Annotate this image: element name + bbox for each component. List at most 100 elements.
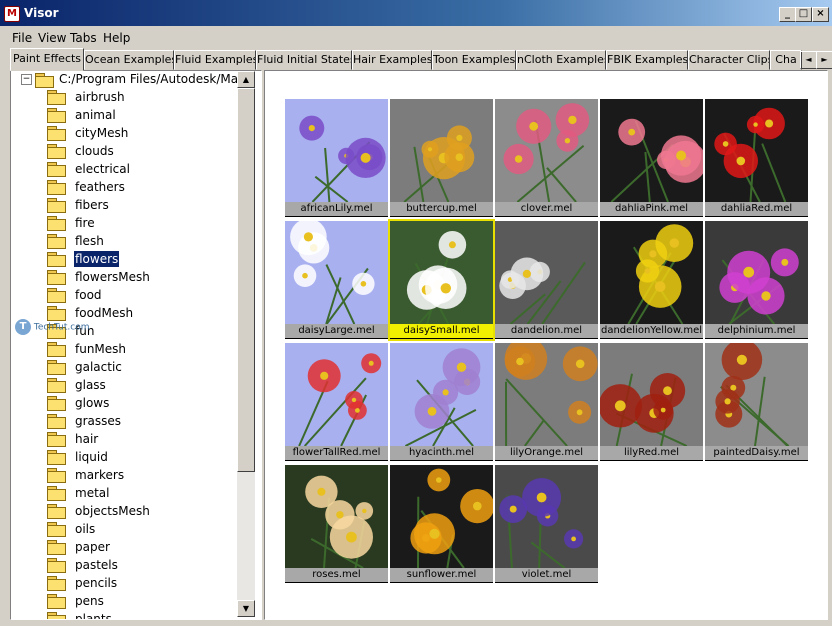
- folder-icon: [47, 414, 66, 429]
- tree-item-label: flowers: [74, 251, 120, 267]
- thumbnail-label: daisySmall.mel: [390, 324, 493, 338]
- tree-item-label: feathers: [75, 180, 125, 194]
- thumbnail-label: daisyLarge.mel: [285, 324, 388, 338]
- flower-preview-icon: [285, 343, 388, 446]
- thumbnail-label: hyacinth.mel: [390, 446, 493, 460]
- flower-preview-icon: [705, 343, 808, 446]
- folder-icon: [47, 378, 66, 393]
- thumbnail-hyacinth[interactable]: hyacinth.mel: [390, 343, 493, 461]
- tab-ncloth-examples[interactable]: nCloth Examples: [516, 50, 606, 70]
- menu-tabs[interactable]: Tabs: [70, 31, 97, 45]
- folder-icon: [47, 234, 66, 249]
- folder-icon: [47, 432, 66, 447]
- thumbnail-daisylarge[interactable]: daisyLarge.mel: [285, 221, 388, 339]
- folder-icon: [47, 270, 66, 285]
- thumbnail-painteddaisy[interactable]: paintedDaisy.mel: [705, 343, 808, 461]
- folder-icon: [47, 198, 66, 213]
- tab-ocean-examples[interactable]: Ocean Examples: [84, 50, 174, 70]
- menu-file[interactable]: File: [12, 31, 32, 45]
- menu-help[interactable]: Help: [103, 31, 130, 45]
- folder-icon: [47, 576, 66, 591]
- tab-scroll-left-icon[interactable]: ◄: [800, 51, 817, 69]
- tree-item-label: metal: [75, 486, 110, 500]
- thumbnail-dandelionyellow[interactable]: dandelionYellow.mel: [600, 221, 703, 339]
- folder-icon: [47, 360, 66, 375]
- tab-scroll-right-icon[interactable]: ►: [816, 51, 832, 69]
- minimize-button[interactable]: _: [779, 7, 796, 22]
- title-bar: M Visor _ □ ×: [0, 0, 832, 26]
- thumbnail-label: dandelion.mel: [495, 324, 598, 338]
- flower-preview-icon: [495, 221, 598, 324]
- tree-item-label: paper: [75, 540, 110, 554]
- techtut-logo-icon: T: [15, 319, 31, 335]
- thumbnail-violet[interactable]: violet.mel: [495, 465, 598, 583]
- tab-bar: Paint Effects Ocean Examples Fluid Examp…: [10, 48, 832, 71]
- flower-preview-icon: [390, 99, 493, 202]
- folder-icon: [47, 306, 66, 321]
- thumbnail-label: dandelionYellow.mel: [600, 324, 703, 338]
- folder-icon: [47, 126, 66, 141]
- tab-fluid-initial-states[interactable]: Fluid Initial States: [256, 50, 352, 70]
- tab-toon-examples[interactable]: Toon Examples: [432, 50, 516, 70]
- scroll-up-icon[interactable]: ▲: [237, 71, 255, 88]
- tree-item-label: airbrush: [75, 90, 125, 104]
- thumbnail-label: paintedDaisy.mel: [705, 446, 808, 460]
- flower-preview-icon: [600, 343, 703, 446]
- tree-item-label: flowersMesh: [75, 270, 150, 284]
- folder-icon: [47, 522, 66, 537]
- flower-preview-icon: [495, 465, 598, 568]
- thumbnail-dandelion[interactable]: dandelion.mel: [495, 221, 598, 339]
- tree-item-label: pastels: [75, 558, 118, 572]
- thumbnail-roses[interactable]: roses.mel: [285, 465, 388, 583]
- thumbnail-dahliapink[interactable]: dahliaPink.mel: [600, 99, 703, 217]
- thumbnail-pane: africanLily.mel buttercup.mel clover.mel da…: [264, 70, 828, 620]
- tree-scrollbar[interactable]: ▲ ▼: [237, 71, 255, 617]
- tree-item-label: pencils: [75, 576, 118, 590]
- thumbnail-label: dahliaRed.mel: [705, 202, 808, 216]
- thumbnail-africanlily[interactable]: africanLily.mel: [285, 99, 388, 217]
- scroll-thumb[interactable]: [237, 88, 255, 472]
- thumbnail-delphinium[interactable]: delphinium.mel: [705, 221, 808, 339]
- folder-icon: [47, 594, 66, 609]
- thumbnail-dahliared[interactable]: dahliaRed.mel: [705, 99, 808, 217]
- folder-icon: [35, 73, 54, 88]
- thumbnail-daisysmall[interactable]: daisySmall.mel: [388, 219, 495, 341]
- tab-overflow[interactable]: Cha: [770, 50, 802, 70]
- tab-fbik-examples[interactable]: FBIK Examples: [606, 50, 688, 70]
- watermark-text: TechTut.com: [33, 322, 90, 333]
- flower-preview-icon: [285, 99, 388, 202]
- thumbnail-lilyorange[interactable]: lilyOrange.mel: [495, 343, 598, 461]
- tree-item-label: electrical: [75, 162, 130, 176]
- thumbnail-sunflower[interactable]: sunflower.mel: [390, 465, 493, 583]
- tree-item-label: markers: [75, 468, 125, 482]
- tree-item-label: cityMesh: [75, 126, 129, 140]
- tree-item-label: oils: [75, 522, 96, 536]
- tab-character-clips[interactable]: Character Clips: [688, 50, 770, 70]
- collapse-icon[interactable]: −: [21, 74, 32, 85]
- close-button[interactable]: ×: [812, 7, 829, 22]
- scroll-down-icon[interactable]: ▼: [237, 600, 255, 617]
- tree-item-label: liquid: [75, 450, 108, 464]
- menu-view[interactable]: View: [38, 31, 66, 45]
- flower-preview-icon: [390, 343, 493, 446]
- thumbnail-label: lilyOrange.mel: [495, 446, 598, 460]
- flower-preview-icon: [495, 99, 598, 202]
- tree-item-label: fibers: [75, 198, 109, 212]
- tab-paint-effects[interactable]: Paint Effects: [10, 48, 84, 71]
- thumbnail-flowertallred[interactable]: flowerTallRed.mel: [285, 343, 388, 461]
- folder-icon: [47, 468, 66, 483]
- maya-icon[interactable]: M: [4, 6, 20, 22]
- thumbnail-label: flowerTallRed.mel: [285, 446, 388, 460]
- maximize-button[interactable]: □: [795, 7, 812, 22]
- thumbnail-buttercup[interactable]: buttercup.mel: [390, 99, 493, 217]
- flower-preview-icon: [390, 221, 493, 324]
- flower-preview-icon: [285, 465, 388, 568]
- folder-icon: [47, 540, 66, 555]
- flower-preview-icon: [390, 465, 493, 568]
- folder-icon: [47, 558, 66, 573]
- thumbnail-lilyred[interactable]: lilyRed.mel: [600, 343, 703, 461]
- tab-fluid-examples[interactable]: Fluid Examples: [174, 50, 256, 70]
- tab-hair-examples[interactable]: Hair Examples: [352, 50, 432, 70]
- window-title: Visor: [24, 6, 59, 20]
- thumbnail-clover[interactable]: clover.mel: [495, 99, 598, 217]
